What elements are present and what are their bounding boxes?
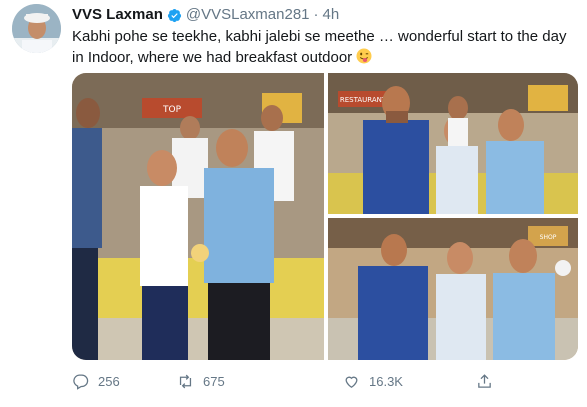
author-handle[interactable]: @VVSLaxman281 (186, 5, 310, 25)
share-icon (478, 374, 491, 388)
reply-count: 256 (98, 374, 120, 389)
tongue-out-face-icon (356, 48, 372, 64)
tweet-text: Kabhi pohe se teekhe, kabhi jalebi se me… (72, 26, 577, 68)
like-count: 16.3K (369, 374, 403, 389)
tweet-timestamp[interactable]: 4h (323, 5, 340, 25)
reply-icon (73, 374, 89, 390)
shop-sign-text: SHOP (540, 234, 557, 241)
reply-button[interactable]: 256 (72, 373, 120, 390)
shop-sign-text: TOP (162, 105, 182, 115)
tweet-header: VVS Laxman @VVSLaxman281 · 4h (72, 5, 339, 25)
like-button[interactable]: 16.3K (343, 373, 403, 390)
tweet-body: Kabhi pohe se teekhe, kabhi jalebi se me… (72, 28, 567, 66)
shop-sign-text: RESTAURANT (340, 96, 387, 104)
tweet-photo-1[interactable]: TOP (72, 73, 324, 360)
verified-badge-icon (167, 8, 182, 23)
tweet-actions: 256 675 16.3K (72, 373, 532, 395)
retweet-icon (179, 374, 192, 389)
retweet-count: 675 (203, 374, 225, 389)
avatar[interactable] (12, 4, 61, 53)
tweet-photo-3[interactable]: SHOP (328, 218, 578, 360)
retweet-button[interactable]: 675 (177, 373, 225, 390)
heart-icon (345, 376, 358, 388)
share-button[interactable] (476, 373, 502, 390)
tweet-photo-2[interactable]: RESTAURANT (328, 73, 578, 214)
separator-dot: · (313, 6, 319, 23)
author-name[interactable]: VVS Laxman (72, 5, 163, 25)
avatar-photo (12, 4, 61, 53)
tweet-media-grid: TOP RESTAURANT SHOP (72, 73, 578, 360)
